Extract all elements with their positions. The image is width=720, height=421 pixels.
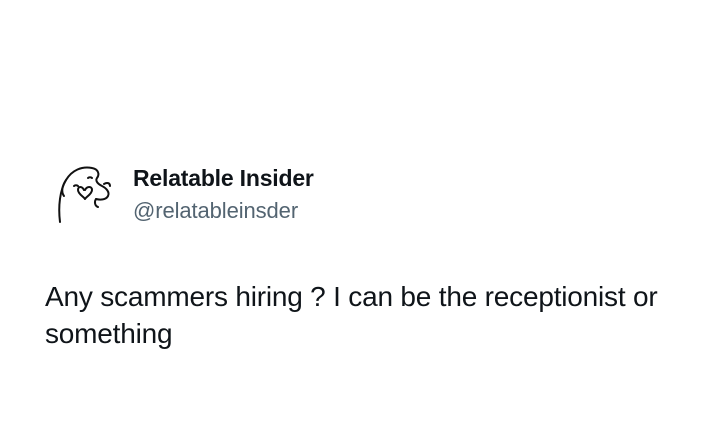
- tweet-text: Any scammers hiring ? I can be the recep…: [45, 281, 658, 349]
- line-drawing-avatar-icon: [58, 166, 111, 223]
- avatar[interactable]: [52, 156, 116, 228]
- author-display-name[interactable]: Relatable Insider: [133, 165, 314, 192]
- author-handle[interactable]: @relatableinsder: [133, 198, 298, 224]
- tweet-card: Relatable Insider @relatableinsder Any s…: [0, 0, 720, 421]
